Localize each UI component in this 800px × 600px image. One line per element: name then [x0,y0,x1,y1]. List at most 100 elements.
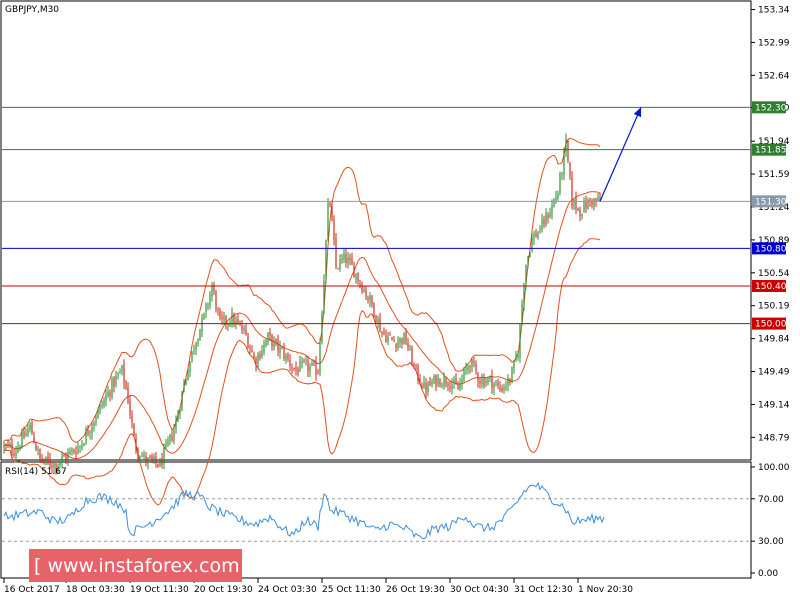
candle-body-71 [145,455,147,463]
candle-body-121 [245,329,247,335]
time-tick-label-8: 31 Oct 12:30 [514,585,573,595]
candle-body-128 [259,353,261,358]
candle-body-265 [533,234,535,240]
candle-body-56 [115,375,117,385]
candle-body-245 [493,383,495,390]
candle-body-184 [371,295,373,305]
candle-body-216 [435,375,437,387]
candle-body-156 [315,362,317,375]
candle-body-285 [573,199,575,207]
candle-body-68 [139,457,141,458]
candle-body-94 [191,351,193,362]
candle-body-88 [179,409,181,414]
candle-body-206 [415,365,417,367]
candle-body-73 [149,456,151,458]
candle-body-286 [575,197,577,210]
candle-body-132 [267,333,269,342]
candle-body-190 [383,332,385,335]
candle-body-141 [285,354,287,360]
candle-body-43 [89,432,91,434]
candle-body-227 [457,385,459,390]
candle-body-197 [397,341,399,348]
candle-body-169 [341,258,343,260]
candle-body-45 [93,422,95,427]
price-tick-label-1: 152.99 [758,38,790,48]
candle-body-110 [223,315,225,320]
candle-body-278 [559,174,561,193]
level-tag-151.30: 151.30 [755,197,787,207]
candle-body-76 [155,456,157,464]
candle-body-152 [307,360,309,371]
candle-body-256 [515,357,517,360]
candle-body-205 [413,363,415,366]
candle-body-291 [585,201,587,209]
candle-body-224 [451,384,453,390]
candle-body-105 [213,284,215,293]
candle-body-233 [469,366,471,368]
time-tick-label-4: 24 Oct 03:30 [258,585,317,595]
candle-body-221 [445,378,447,385]
candle-body-93 [189,361,191,373]
candle-body-210 [423,381,425,387]
candle-body-271 [545,213,547,225]
candle-body-22 [47,456,49,461]
candle-body-145 [293,367,295,370]
candle-body-64 [131,415,133,424]
candle-body-172 [347,257,349,264]
candle-body-255 [513,360,515,369]
candle-body-89 [181,392,183,411]
candle-body-4 [11,444,13,454]
time-tick-label-3: 20 Oct 19:30 [194,585,253,595]
candle-body-77 [157,463,159,467]
rsi-tick-label-0: 100.00 [758,463,790,473]
candle-body-39 [81,444,83,448]
candle-body-51 [105,395,107,401]
candle-body-136 [275,339,277,341]
price-tick-label-11: 149.49 [758,368,790,378]
candle-body-195 [393,340,395,343]
candle-body-148 [299,361,301,372]
candle-body-162 [327,203,329,240]
candle-body-289 [581,213,583,216]
candle-body-204 [411,348,413,366]
candle-body-82 [167,440,169,444]
candle-body-171 [345,254,347,263]
candle-body-103 [209,294,211,305]
candle-body-102 [207,304,209,307]
time-tick-label-6: 26 Oct 19:30 [386,585,445,595]
time-tick-label-7: 30 Oct 04:30 [450,585,509,595]
candle-body-5 [13,453,15,456]
candle-body-159 [321,313,323,343]
candle-body-226 [455,378,457,385]
candle-body-9 [21,433,23,448]
candle-body-194 [391,336,393,340]
candle-body-175 [353,264,355,278]
candle-body-126 [255,358,257,366]
watermark-logo[interactable]: [ www.instaforex.com ] [29,549,253,582]
candle-body-78 [159,459,161,467]
candle-body-30 [63,455,65,457]
candle-body-277 [557,193,559,199]
candle-body-149 [301,361,303,364]
candle-body-37 [77,447,79,453]
candle-body-107 [217,309,219,311]
candle-body-120 [243,327,245,330]
level-tag-152.30: 152.30 [755,103,787,113]
candle-body-273 [549,213,551,218]
candle-body-237 [477,373,479,382]
rsi-tick-label-3: 0.00 [758,569,778,579]
candle-body-279 [561,172,563,175]
candle-body-252 [507,378,509,387]
candle-body-35 [73,449,75,453]
candle-body-61 [125,381,127,390]
candle-body-240 [483,377,485,386]
candle-body-74 [151,455,153,460]
candle-body-161 [325,240,327,280]
candle-body-160 [323,280,325,314]
level-tag-150.40: 150.40 [755,282,787,292]
candle-body-168 [339,259,341,270]
candle-body-208 [419,379,421,385]
candle-body-222 [447,382,449,386]
candle-body-53 [109,392,111,396]
candle-body-251 [505,386,507,388]
